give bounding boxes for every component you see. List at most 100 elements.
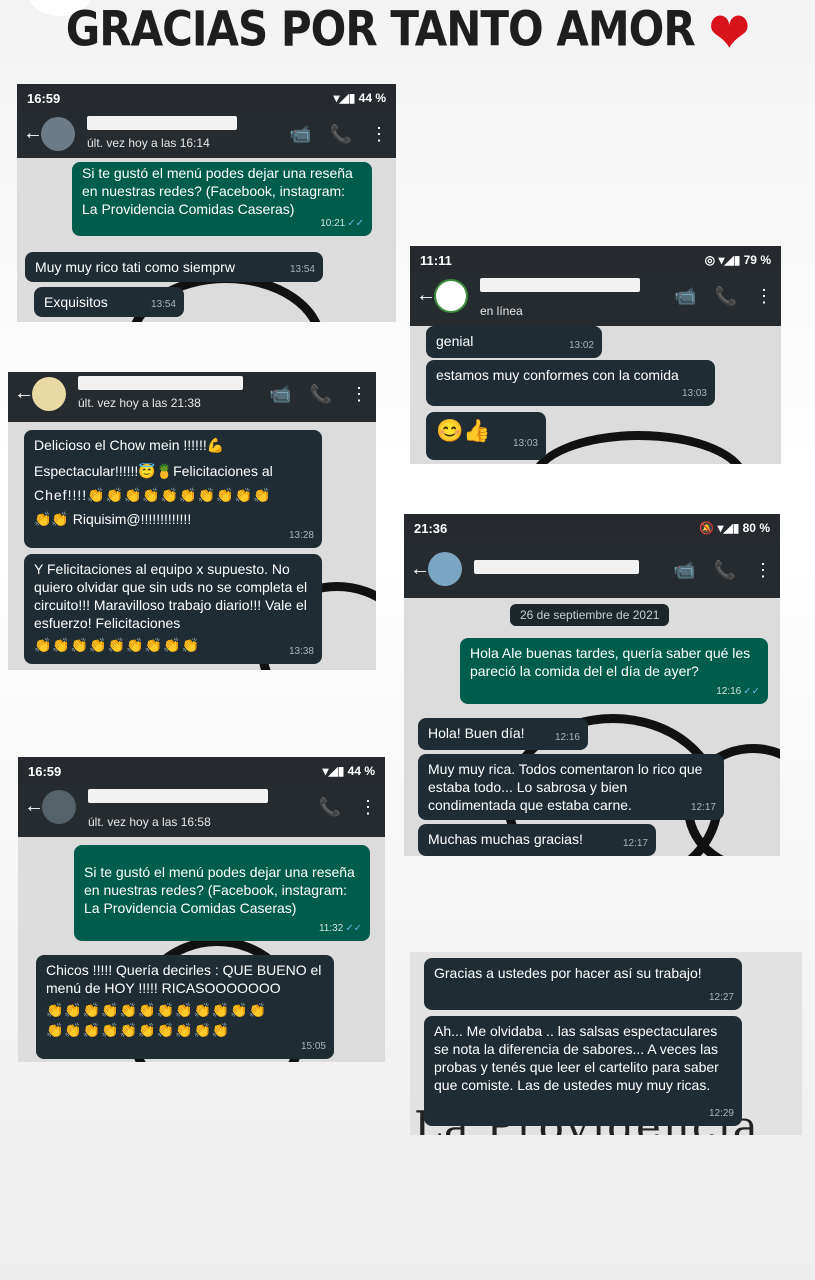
last-seen-text: últ. vez hoy a las 16:14: [87, 136, 210, 150]
message-incoming: Hola! Buen día! 12:16: [418, 718, 588, 750]
message-text: Si te gustó el menú podes dejar una rese…: [84, 864, 355, 916]
message-time: 12:17: [622, 838, 648, 849]
voice-call-icon[interactable]: 📞: [330, 124, 352, 145]
avatar[interactable]: [41, 117, 75, 151]
voice-call-icon[interactable]: 📞: [715, 286, 737, 307]
contact-name-redacted[interactable]: [78, 376, 243, 390]
status-indicators: ◎ ▾◢▮ 79 %: [704, 253, 771, 267]
video-call-icon[interactable]: 📹: [269, 384, 291, 405]
online-status-text: en línea: [480, 304, 523, 318]
contact-name-redacted[interactable]: [480, 278, 640, 292]
message-text-line: 👏👏 Riquisim@!!!!!!!!!!!!!: [34, 511, 192, 527]
more-options-icon[interactable]: ⋮: [359, 797, 377, 818]
message-text: Ah... Me olvidaba .. las salsas espectac…: [434, 1023, 719, 1093]
page-title: GRACIAS POR TANTO AMOR ❤: [0, 0, 815, 66]
back-arrow-icon[interactable]: ←: [23, 122, 43, 145]
message-time: 13:28: [288, 530, 314, 541]
voice-call-icon[interactable]: 📞: [310, 384, 332, 405]
status-time: 11:11: [420, 252, 452, 268]
back-arrow-icon[interactable]: ←: [416, 284, 436, 307]
message-incoming: 😊👍 13:03: [426, 412, 546, 460]
message-text: estamos muy conformes con la comida: [436, 367, 679, 383]
more-options-icon[interactable]: ⋮: [754, 560, 772, 581]
chat-header: ← últ. vez hoy a las 16:58 📞 ⋮: [18, 785, 385, 837]
read-ticks-icon: ✓✓: [743, 686, 760, 697]
message-time: 13:38: [288, 646, 314, 657]
message-text: Gracias a ustedes por hacer así su traba…: [434, 965, 702, 981]
message-time: 12:16: [554, 732, 580, 743]
message-text: Si te gustó el menú podes dejar una rese…: [82, 165, 353, 217]
message-incoming: Muy muy rica. Todos comentaron lo rico q…: [418, 754, 724, 820]
screenshot-chat-5: 16:59 ▾◢▮ 44 % ← últ. vez hoy a las 16:5…: [18, 757, 385, 1062]
message-incoming: Ah... Me olvidaba .. las salsas espectac…: [424, 1016, 742, 1126]
status-bar: 11:11 ◎ ▾◢▮ 79 %: [410, 246, 781, 274]
message-time: 13:54: [289, 264, 315, 275]
heart-icon: ❤: [708, 0, 750, 67]
status-indicators: ▾◢▮ 44 %: [333, 91, 386, 105]
voice-call-icon[interactable]: 📞: [319, 797, 341, 818]
message-time: 12:29: [708, 1108, 734, 1119]
message-time: 13:54: [150, 299, 176, 310]
message-incoming: Delicioso el Chow mein !!!!!!💪 Espectacu…: [24, 430, 322, 548]
contact-name-redacted[interactable]: [474, 560, 639, 574]
message-incoming: genial 13:02: [426, 326, 602, 358]
back-arrow-icon[interactable]: ←: [24, 795, 44, 818]
screenshot-chat-2: 11:11 ◎ ▾◢▮ 79 % ← en línea 📹 📞 ⋮ genial…: [410, 246, 781, 464]
video-call-icon[interactable]: 📹: [289, 124, 311, 145]
message-text: Exquisitos: [44, 294, 108, 310]
video-call-icon[interactable]: 📹: [674, 286, 696, 307]
more-options-icon[interactable]: ⋮: [370, 124, 388, 145]
message-incoming: Muchas muchas gracias! 12:17: [418, 824, 656, 856]
message-time: 11:32: [318, 923, 344, 934]
message-emoji: 👏👏👏👏👏👏👏👏👏: [34, 637, 200, 653]
avatar[interactable]: [434, 279, 468, 313]
status-bar: 21:36 🔕 ▾◢▮ 80 %: [404, 514, 780, 542]
message-text: Chicos !!!!! Quería decirles : QUE BUENO…: [46, 962, 322, 996]
status-indicators: 🔕 ▾◢▮ 80 %: [699, 521, 770, 535]
read-ticks-icon: ✓✓: [347, 218, 364, 229]
avatar[interactable]: [428, 552, 462, 586]
message-emoji: 👏👏👏👏👏👏👏👏👏👏👏👏: [46, 1002, 268, 1018]
chat-header: ← últ. vez hoy a las 21:38 📹 📞 ⋮: [8, 372, 376, 422]
more-options-icon[interactable]: ⋮: [755, 286, 773, 307]
message-text: genial: [436, 333, 474, 349]
message-time: 12:16: [716, 686, 742, 697]
avatar[interactable]: [32, 377, 66, 411]
voice-call-icon[interactable]: 📞: [714, 560, 736, 581]
message-text-line: Delicioso el Chow mein !!!!!!💪: [34, 437, 225, 453]
screenshot-chat-4: 21:36 🔕 ▾◢▮ 80 % ← 📹 📞 ⋮ 26 de septiembr…: [404, 514, 780, 856]
message-time: 13:02: [568, 340, 594, 351]
message-text: Muchas muchas gracias!: [428, 831, 583, 847]
message-outgoing: Si te gustó el menú podes dejar una rese…: [74, 845, 370, 941]
date-chip: 26 de septiembre de 2021: [510, 604, 670, 626]
screenshot-chat-6: La Providencia Gracias a ustedes por hac…: [410, 952, 802, 1135]
last-seen-text: últ. vez hoy a las 16:58: [88, 815, 211, 829]
status-bar: 16:59 ▾◢▮ 44 %: [17, 84, 396, 112]
message-incoming: Gracias a ustedes por hacer así su traba…: [424, 958, 742, 1010]
read-ticks-icon: ✓✓: [345, 923, 362, 934]
message-outgoing: Si te gustó el menú podes dejar una rese…: [72, 162, 372, 236]
message-incoming: estamos muy conformes con la comida 13:0…: [426, 360, 715, 406]
avatar[interactable]: [42, 790, 76, 824]
message-incoming: Muy muy rico tati como siemprw 13:54: [25, 252, 323, 282]
screenshot-chat-3: ← últ. vez hoy a las 21:38 📹 📞 ⋮ Delicio…: [8, 372, 376, 670]
title-text: GRACIAS POR TANTO AMOR: [65, 0, 696, 58]
message-text: Hola Ale buenas tardes, quería saber qué…: [470, 645, 751, 679]
status-bar: 16:59 ▾◢▮ 44 %: [18, 757, 385, 785]
message-text-line: Espectacular!!!!!!😇🍍Felicitaciones al: [34, 463, 273, 479]
more-options-icon[interactable]: ⋮: [350, 384, 368, 405]
message-outgoing: Hola Ale buenas tardes, quería saber qué…: [460, 638, 768, 704]
message-time: 12:27: [708, 992, 734, 1003]
contact-name-redacted[interactable]: [88, 789, 268, 803]
message-incoming: Chicos !!!!! Quería decirles : QUE BUENO…: [36, 955, 334, 1059]
video-call-icon[interactable]: 📹: [673, 560, 695, 581]
status-time: 21:36: [414, 520, 448, 536]
back-arrow-icon[interactable]: ←: [410, 558, 430, 581]
message-text: Y Felicitaciones al equipo x supuesto. N…: [34, 561, 308, 631]
message-time: 12:17: [690, 802, 716, 813]
message-time: 10:21: [320, 218, 346, 229]
message-text: Muy muy rica. Todos comentaron lo rico q…: [428, 761, 703, 813]
back-arrow-icon[interactable]: ←: [14, 382, 34, 405]
contact-name-redacted[interactable]: [87, 116, 237, 130]
background-ring: [530, 431, 748, 464]
